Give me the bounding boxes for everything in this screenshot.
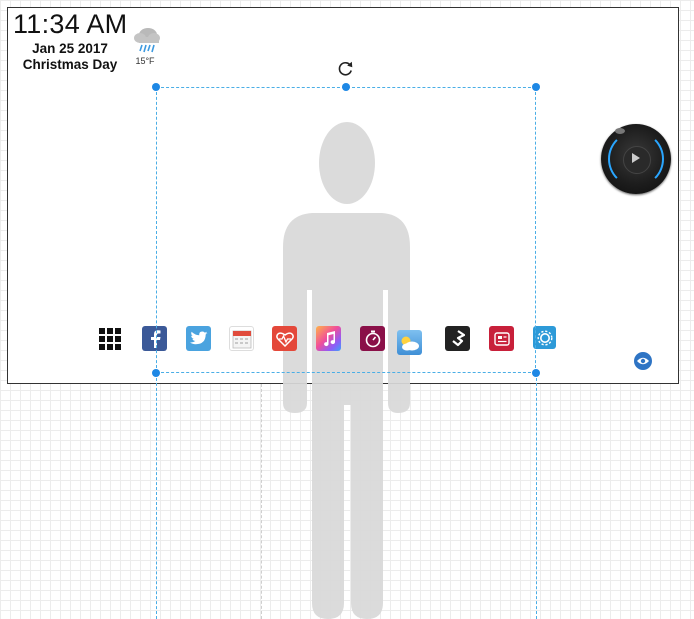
music-note-icon <box>323 330 335 346</box>
cloud-sun-icon <box>401 336 419 350</box>
play-icon <box>632 153 640 163</box>
facebook-icon <box>150 329 160 348</box>
calendar-app-button[interactable] <box>229 326 254 351</box>
resize-handle-bottom-left[interactable] <box>152 369 160 377</box>
temperature-label: 15°F <box>135 56 155 66</box>
facebook-app-button[interactable] <box>142 326 167 351</box>
weather-app-button[interactable] <box>397 330 422 355</box>
vertical-guide-line <box>261 384 262 619</box>
500px-app-button[interactable] <box>445 326 470 351</box>
selection-guide-left <box>156 373 157 619</box>
calendar-icon <box>232 330 251 348</box>
music-app-button[interactable] <box>316 326 341 351</box>
eye-icon <box>637 357 649 365</box>
resize-handle-top-right[interactable] <box>532 83 540 91</box>
stopwatch-icon <box>365 330 380 347</box>
news-icon <box>493 331 510 346</box>
timer-app-button[interactable] <box>360 326 385 351</box>
rain-cloud-icon <box>134 28 160 53</box>
health-app-button[interactable] <box>272 326 297 351</box>
settings-app-button[interactable] <box>533 326 556 349</box>
selection-guide-right <box>536 373 537 619</box>
heart-pulse-icon <box>275 331 294 347</box>
resize-handle-top-left[interactable] <box>152 83 160 91</box>
media-remote-icon[interactable] <box>601 124 671 194</box>
twitter-icon <box>189 331 207 345</box>
twitter-app-button[interactable] <box>186 326 211 351</box>
holiday-label: Christmas Day <box>22 57 118 72</box>
date-label: Jan 25 2017 <box>32 41 108 56</box>
apps-grid-button[interactable] <box>97 326 122 351</box>
500px-icon <box>451 329 465 346</box>
gear-icon <box>536 329 553 346</box>
resize-handle-top-center[interactable] <box>342 83 350 91</box>
visibility-toggle-button[interactable] <box>634 352 652 370</box>
person-silhouette[interactable] <box>270 115 425 619</box>
rotate-icon[interactable] <box>337 60 354 77</box>
grid-icon <box>98 327 121 350</box>
news-app-button[interactable] <box>489 326 514 351</box>
resize-handle-bottom-right[interactable] <box>532 369 540 377</box>
clock-time: 11:34 AM <box>13 9 128 39</box>
